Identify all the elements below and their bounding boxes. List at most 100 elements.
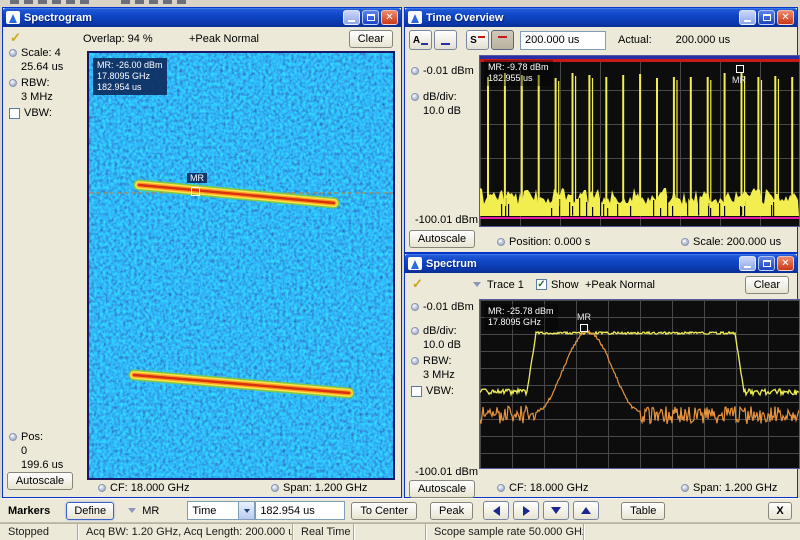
top-level-radio-icon[interactable] (411, 303, 419, 311)
marker-type-select[interactable]: Time (187, 501, 255, 520)
span-radio-icon[interactable] (271, 484, 279, 492)
cf-radio-icon[interactable] (98, 484, 106, 492)
close-button[interactable]: ✕ (381, 10, 398, 25)
window-title: Spectrum (426, 258, 739, 270)
selected-marker-label: MR (142, 505, 159, 517)
spectrogram-window: Spectrogram ✕ ✓ Overlap: 94 % +Peak Norm… (2, 7, 402, 498)
cf-label: CF: 18.000 GHz (110, 482, 189, 494)
spectrogram-plot[interactable]: MR: -26.00 dBm 17.8095 GHz 182.954 us MR (87, 51, 395, 480)
marker-mr[interactable] (736, 65, 744, 73)
marker-mr[interactable] (191, 187, 200, 196)
window-title: Spectrogram (24, 12, 343, 24)
peak-button[interactable]: Peak (430, 502, 473, 520)
vbw-checkbox[interactable] (9, 108, 20, 119)
clear-button[interactable]: Clear (349, 30, 393, 48)
define-markers-button[interactable]: Define (66, 502, 114, 520)
spectrum-plot[interactable]: MR: -25.78 dBm 17.8095 GHz MR (479, 299, 800, 469)
spacer-segment (354, 524, 426, 540)
scale-label: Scale: 200.000 us (693, 236, 781, 248)
sample-rate-label: Scope sample rate 50.000 GHz (426, 524, 584, 540)
marker-table-button[interactable]: Table (621, 502, 665, 520)
clear-button[interactable]: Clear (745, 276, 789, 294)
dbdiv-radio-icon[interactable] (411, 93, 419, 101)
arrow-right-icon (523, 506, 530, 516)
span-radio-icon[interactable] (681, 484, 689, 492)
acquisition-state: Stopped (0, 524, 78, 540)
time-overview-titlebar[interactable]: Time Overview ✕ (405, 8, 797, 27)
app-screen: Spectrogram ✕ ✓ Overlap: 94 % +Peak Norm… (0, 0, 800, 540)
trace-label[interactable]: Trace 1 (487, 279, 524, 291)
show-label: Show (551, 279, 579, 291)
top-level-radio-icon[interactable] (411, 67, 419, 75)
minimize-button[interactable] (343, 10, 360, 25)
maximize-button[interactable] (758, 10, 775, 25)
cf-radio-icon[interactable] (497, 484, 505, 492)
dbdiv-value: 10.0 dB (423, 105, 461, 117)
arrow-down-icon (551, 507, 561, 514)
peak-higher-button[interactable] (573, 501, 599, 520)
show-checkbox[interactable]: ✓ (536, 279, 547, 290)
peak-lower-button[interactable] (543, 501, 569, 520)
pos-zero-value: 0 (21, 445, 27, 457)
span-label: Span: 1.200 GHz (283, 482, 367, 494)
trace-dropdown-icon[interactable] (473, 282, 481, 287)
scale-radio-icon[interactable] (681, 238, 689, 246)
spectrum-window: Spectrum ✕ ✓ Trace 1 ✓ Show +Peak Normal… (404, 253, 798, 498)
spectrum-canvas (480, 300, 799, 468)
combo-arrow-icon[interactable] (238, 502, 254, 519)
mode-label: Real Time (293, 524, 354, 540)
rbw-label: RBW: (21, 77, 50, 89)
scale-label: Scale: 4 (21, 47, 61, 59)
scale-auto-radio-icon[interactable] (9, 49, 17, 57)
rbw-auto-radio-icon[interactable] (9, 79, 17, 87)
cf-label: CF: 18.000 GHz (509, 482, 588, 494)
vbw-checkbox[interactable] (411, 386, 422, 397)
time-overview-plot[interactable]: MR: -9.78 dBm 182.955 us MR (479, 55, 800, 227)
maximize-button[interactable] (758, 256, 775, 271)
status-bar: Stopped Acq BW: 1.20 GHz, Acq Length: 20… (0, 523, 800, 540)
valid-check-icon: ✓ (412, 276, 423, 292)
span-label: Span: 1.200 GHz (693, 482, 777, 494)
analysis-manual-button[interactable] (434, 30, 457, 50)
arrow-left-icon (493, 506, 500, 516)
autoscale-button[interactable]: Autoscale (7, 472, 73, 490)
peak-right-button[interactable] (513, 501, 539, 520)
minimize-button[interactable] (739, 256, 756, 271)
spectrum-time-manual-button[interactable] (491, 30, 514, 50)
actual-label: Actual: (618, 34, 652, 46)
rbw-value: 3 MHz (21, 91, 53, 103)
maximize-button[interactable] (362, 10, 379, 25)
pos-radio-icon[interactable] (9, 433, 17, 441)
marker-dropdown-icon[interactable] (128, 508, 136, 513)
marker-mr[interactable] (580, 324, 588, 332)
close-markers-button[interactable]: X (768, 502, 792, 520)
rbw-value: 3 MHz (423, 369, 455, 381)
spectrum-titlebar[interactable]: Spectrum ✕ (405, 254, 797, 273)
autoscale-button[interactable]: Autoscale (409, 480, 475, 498)
pos-time-value: 199.6 us (21, 459, 63, 471)
rbw-auto-radio-icon[interactable] (411, 357, 419, 365)
position-radio-icon[interactable] (497, 238, 505, 246)
autoscale-button[interactable]: Autoscale (409, 230, 475, 248)
analysis-auto-button[interactable]: A (409, 30, 432, 50)
overlap-label: Overlap: 94 % (83, 33, 153, 45)
actual-value: 200.000 us (676, 34, 730, 46)
minimize-button[interactable] (739, 10, 756, 25)
marker-value-input[interactable] (255, 501, 345, 520)
to-center-button[interactable]: To Center (351, 502, 417, 520)
peak-left-button[interactable] (483, 501, 509, 520)
time-length-input[interactable] (520, 31, 606, 50)
dbdiv-radio-icon[interactable] (411, 327, 419, 335)
vbw-label: VBW: (426, 385, 454, 397)
time-overview-canvas (480, 56, 799, 226)
position-label: Position: 0.000 s (509, 236, 590, 248)
spectrogram-canvas (89, 53, 393, 478)
dbdiv-label: dB/div: (423, 325, 457, 337)
marker-label: MR (577, 312, 591, 322)
spectrum-time-auto-button[interactable]: S (466, 30, 489, 50)
marker-label: MR (187, 173, 207, 183)
close-button[interactable]: ✕ (777, 256, 794, 271)
spectrogram-titlebar[interactable]: Spectrogram ✕ (3, 8, 401, 27)
close-button[interactable]: ✕ (777, 10, 794, 25)
markers-title: Markers (8, 505, 50, 517)
